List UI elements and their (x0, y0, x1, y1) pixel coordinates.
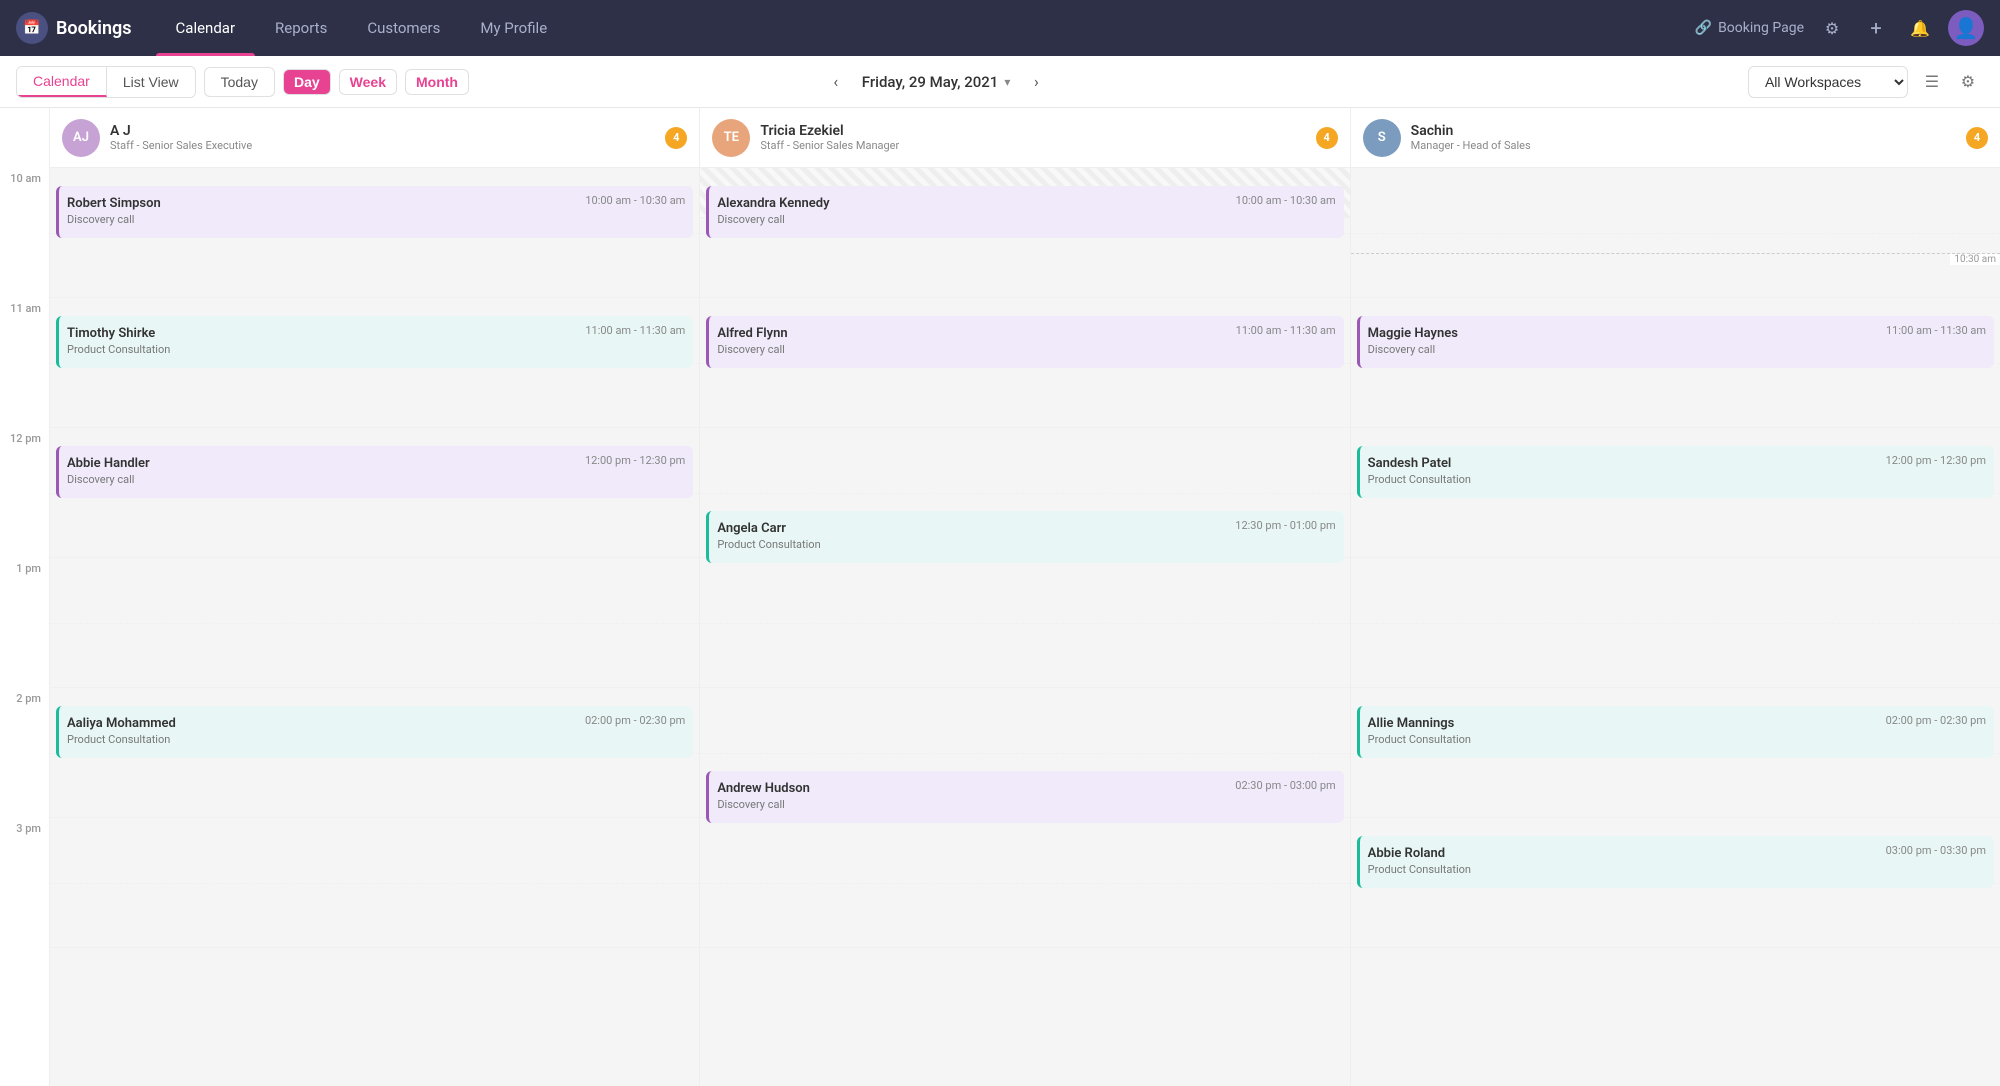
staff-header-tricia: TE Tricia Ezekiel Staff - Senior Sales M… (700, 108, 1349, 168)
staff-avatar-sachin: S (1363, 119, 1401, 157)
staff-body-tricia[interactable]: Alexandra Kennedy Discovery call 10:00 a… (700, 168, 1349, 1086)
staff-badge-tricia: 4 (1316, 127, 1338, 149)
list-view-tab[interactable]: List View (107, 67, 195, 97)
next-day-button[interactable]: › (1022, 68, 1050, 96)
event-angela-carr[interactable]: Angela Carr Product Consultation 12:30 p… (706, 511, 1343, 563)
staff-badge-sachin: 4 (1966, 127, 1988, 149)
event-andrew-hudson[interactable]: Andrew Hudson Discovery call 02:30 pm - … (706, 771, 1343, 823)
event-abbie-handler[interactable]: Abbie Handler Discovery call 12:00 pm - … (56, 446, 693, 498)
nav-links: Calendar Reports Customers My Profile (156, 0, 1687, 56)
nav-calendar[interactable]: Calendar (156, 0, 256, 56)
time-11am: 11 am (0, 298, 49, 428)
nav-reports[interactable]: Reports (255, 0, 347, 56)
time-1pm: 1 pm (0, 558, 49, 688)
day-button[interactable]: Day (283, 69, 331, 95)
staff-info-tricia: Tricia Ezekiel Staff - Senior Sales Mana… (760, 123, 1305, 152)
bell-icon: 🔔 (1910, 19, 1930, 38)
logo-icon: 📅 (16, 12, 48, 44)
date-navigation: ‹ Friday, 29 May, 2021 ▾ › (822, 68, 1051, 96)
settings-button[interactable]: ⚙ (1816, 12, 1848, 44)
staff-body-sachin[interactable]: 10:30 am Maggie Haynes Discovery call 11… (1351, 168, 2000, 1086)
app-name: Bookings (56, 18, 132, 39)
event-abbie-roland[interactable]: Abbie Roland Product Consultation 03:00 … (1357, 836, 1994, 888)
staff-name-tricia: Tricia Ezekiel (760, 123, 1305, 139)
nav-myprofile[interactable]: My Profile (460, 0, 567, 56)
nav-customers[interactable]: Customers (347, 0, 460, 56)
staff-column-sachin: S Sachin Manager - Head of Sales 4 10:30… (1351, 108, 2000, 1086)
current-date[interactable]: Friday, 29 May, 2021 ▾ (862, 73, 1011, 91)
staff-avatar-aj: AJ (62, 119, 100, 157)
event-robert-simpson[interactable]: Robert Simpson Discovery call 10:00 am -… (56, 186, 693, 238)
staff-name-sachin: Sachin (1411, 123, 1956, 139)
staff-body-aj[interactable]: Robert Simpson Discovery call 10:00 am -… (50, 168, 699, 1086)
event-timothy-shirke[interactable]: Timothy Shirke Product Consultation 11:0… (56, 316, 693, 368)
booking-page-label: Booking Page (1718, 20, 1804, 36)
staff-header-sachin: S Sachin Manager - Head of Sales 4 (1351, 108, 2000, 168)
avatar-image: 👤 (1954, 16, 1979, 40)
notifications-button[interactable]: 🔔 (1904, 12, 1936, 44)
staff-role-aj: Staff - Senior Sales Executive (110, 139, 655, 152)
staff-badge-aj: 4 (665, 127, 687, 149)
time-marker-1030: 10:30 am (1351, 253, 2000, 265)
time-column: 10 am 11 am 12 pm 1 pm 2 pm 3 pm (0, 108, 50, 1086)
calendar-body: 10 am 11 am 12 pm 1 pm 2 pm 3 pm AJ A J … (0, 108, 2000, 1086)
week-button[interactable]: Week (339, 69, 397, 95)
calendar-toolbar: Calendar List View Today Day Week Month … (0, 56, 2000, 108)
gear-icon: ⚙ (1825, 19, 1839, 38)
add-button[interactable]: + (1860, 12, 1892, 44)
time-3pm: 3 pm (0, 818, 49, 948)
time-12pm: 12 pm (0, 428, 49, 558)
staff-info-aj: A J Staff - Senior Sales Executive (110, 123, 655, 152)
staff-column-aj: AJ A J Staff - Senior Sales Executive 4 … (50, 108, 700, 1086)
staff-header-aj: AJ A J Staff - Senior Sales Executive 4 (50, 108, 699, 168)
calendar-grid: AJ A J Staff - Senior Sales Executive 4 … (50, 108, 2000, 1086)
staff-info-sachin: Sachin Manager - Head of Sales (1411, 123, 1956, 152)
user-avatar[interactable]: 👤 (1948, 10, 1984, 46)
booking-page-link[interactable]: 🔗 Booking Page (1695, 20, 1804, 36)
hour-row-1-tricia (700, 558, 1349, 688)
today-button[interactable]: Today (204, 67, 275, 97)
toolbar-icon-group: ☰ ⚙ (1916, 66, 1984, 98)
staff-column-tricia: TE Tricia Ezekiel Staff - Senior Sales M… (700, 108, 1350, 1086)
settings-view-icon[interactable]: ⚙ (1952, 66, 1984, 98)
staff-name-aj: A J (110, 123, 655, 139)
booking-page-icon: 🔗 (1695, 20, 1712, 36)
nav-right-section: 🔗 Booking Page ⚙ + 🔔 👤 (1695, 10, 1984, 46)
hour-row-1 (50, 558, 699, 688)
hour-row-1-sachin (1351, 558, 2000, 688)
hour-row-3 (50, 818, 699, 948)
view-tabs: Calendar List View (16, 66, 196, 98)
staff-avatar-tricia: TE (712, 119, 750, 157)
event-alexandra-kennedy[interactable]: Alexandra Kennedy Discovery call 10:00 a… (706, 186, 1343, 238)
event-aaliya-mohammed[interactable]: Aaliya Mohammed Product Consultation 02:… (56, 706, 693, 758)
time-10am: 10 am (0, 168, 49, 298)
staff-role-sachin: Manager - Head of Sales (1411, 139, 1956, 152)
hour-row-3-tricia (700, 818, 1349, 948)
app-logo[interactable]: 📅 Bookings (16, 12, 132, 44)
staff-role-tricia: Staff - Senior Sales Manager (760, 139, 1305, 152)
top-navigation: 📅 Bookings Calendar Reports Customers My… (0, 0, 2000, 56)
event-sandesh-patel[interactable]: Sandesh Patel Product Consultation 12:00… (1357, 446, 1994, 498)
event-allie-mannings[interactable]: Allie Mannings Product Consultation 02:0… (1357, 706, 1994, 758)
event-maggie-haynes[interactable]: Maggie Haynes Discovery call 11:00 am - … (1357, 316, 1994, 368)
plus-icon: + (1870, 16, 1881, 40)
date-dropdown-icon: ▾ (1004, 75, 1010, 89)
month-button[interactable]: Month (405, 69, 469, 95)
hour-row-10-sachin (1351, 168, 2000, 298)
workspace-selector[interactable]: All Workspaces (1748, 66, 1908, 98)
prev-day-button[interactable]: ‹ (822, 68, 850, 96)
time-2pm: 2 pm (0, 688, 49, 818)
list-view-icon[interactable]: ☰ (1916, 66, 1948, 98)
event-alfred-flynn[interactable]: Alfred Flynn Discovery call 11:00 am - 1… (706, 316, 1343, 368)
calendar-tab[interactable]: Calendar (17, 67, 107, 97)
